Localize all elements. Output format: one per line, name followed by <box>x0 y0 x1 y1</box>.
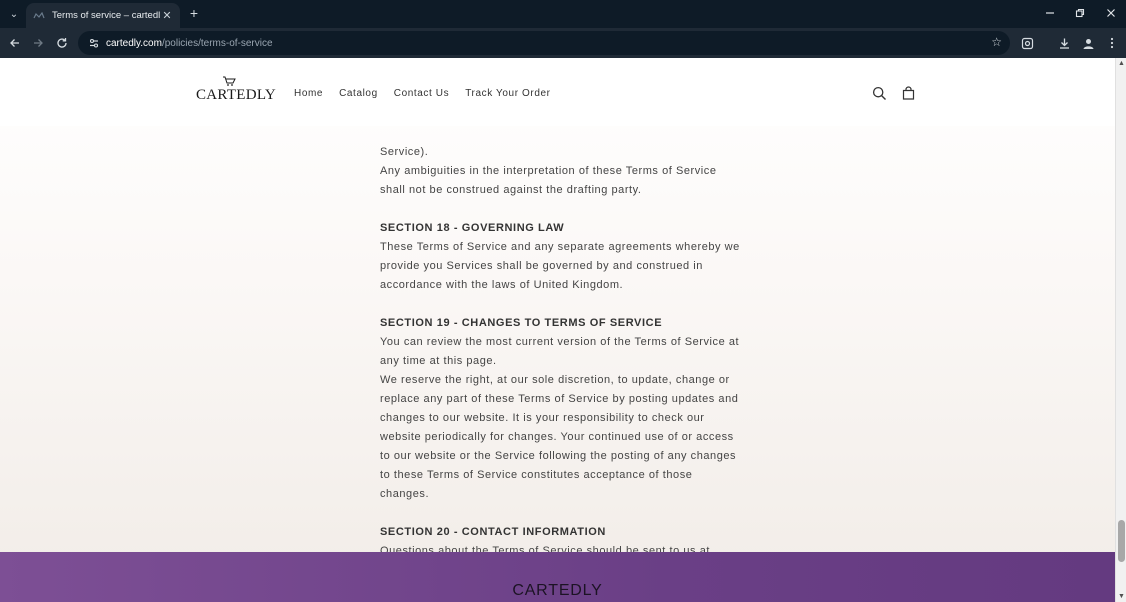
nav-track-your-order[interactable]: Track Your Order <box>465 88 550 99</box>
url-path: /policies/terms-of-service <box>161 37 273 49</box>
partial-line-top: Service). <box>380 146 429 158</box>
browser-tab-active[interactable]: Terms of service – cartedly ✕ <box>26 3 180 28</box>
scrollbar-thumb[interactable] <box>1118 520 1125 562</box>
site-settings-icon[interactable] <box>86 35 102 51</box>
section-19-body-1: You can review the most current version … <box>380 336 740 367</box>
tab-title: Terms of service – cartedly <box>52 10 160 21</box>
profile-avatar-icon[interactable] <box>1078 33 1098 53</box>
search-icon[interactable] <box>871 85 887 101</box>
site-footer: CARTEDLY <box>0 552 1115 602</box>
partial-line-clipped <box>380 124 740 143</box>
site-header: CARTEDLY Home Catalog Contact Us Track Y… <box>0 58 1115 126</box>
browser-menu-icon[interactable] <box>1102 33 1122 53</box>
section-19-title: SECTION 19 - CHANGES TO TERMS OF SERVICE <box>380 317 663 329</box>
close-window-icon[interactable] <box>1101 4 1121 22</box>
scroll-down-arrow-icon[interactable]: ▼ <box>1118 593 1125 600</box>
url-host: cartedly.com <box>106 37 162 49</box>
address-bar[interactable]: cartedly.com/policies/terms-of-service ☆ <box>78 31 1010 55</box>
section-18-body: These Terms of Service and any separate … <box>380 241 740 291</box>
cart-icon[interactable] <box>900 85 916 101</box>
section-20-title: SECTION 20 - CONTACT INFORMATION <box>380 526 606 538</box>
page-body: Service). Any ambiguities in the interpr… <box>0 58 1115 602</box>
section-19-body-2: We reserve the right, at our sole discre… <box>380 374 739 500</box>
bookmark-star-icon[interactable]: ☆ <box>991 35 1002 49</box>
screenshot-lens-icon[interactable] <box>1017 33 1037 53</box>
logo-cart-icon <box>223 76 236 86</box>
policy-content: Service). Any ambiguities in the interpr… <box>380 124 740 580</box>
back-arrow-icon[interactable] <box>5 33 25 53</box>
restore-icon[interactable] <box>1070 4 1090 22</box>
nav-contact-us[interactable]: Contact Us <box>394 88 449 99</box>
paragraph-ambiguities: Any ambiguities in the interpretation of… <box>380 165 717 196</box>
nav-home[interactable]: Home <box>294 88 323 99</box>
url-text: cartedly.com/policies/terms-of-service <box>106 38 273 49</box>
new-tab-plus-icon[interactable]: + <box>186 5 202 21</box>
page-viewport: Service). Any ambiguities in the interpr… <box>0 58 1126 602</box>
browser-tab-bar: ⌄ Terms of service – cartedly ✕ + <box>0 0 1126 28</box>
nav-catalog[interactable]: Catalog <box>339 88 378 99</box>
logo-text: CARTEDLY <box>196 87 276 103</box>
download-icon[interactable] <box>1054 33 1074 53</box>
scroll-up-arrow-icon[interactable]: ▲ <box>1118 60 1125 67</box>
page-scrollbar[interactable]: ▲ ▼ <box>1115 58 1126 602</box>
site-logo[interactable]: CARTEDLY <box>196 76 276 103</box>
tab-search-chevron-icon[interactable]: ⌄ <box>6 6 22 22</box>
minimize-icon[interactable] <box>1040 4 1060 22</box>
section-18-title: SECTION 18 - GOVERNING LAW <box>380 222 565 234</box>
site-favicon-icon <box>32 9 46 23</box>
footer-brand-title: CARTEDLY <box>512 582 603 599</box>
reload-icon[interactable] <box>52 33 72 53</box>
forward-arrow-icon[interactable] <box>28 33 48 53</box>
main-nav: Home Catalog Contact Us Track Your Order <box>294 88 567 99</box>
tab-close-icon[interactable]: ✕ <box>160 9 174 22</box>
browser-toolbar: cartedly.com/policies/terms-of-service ☆ <box>0 28 1126 58</box>
